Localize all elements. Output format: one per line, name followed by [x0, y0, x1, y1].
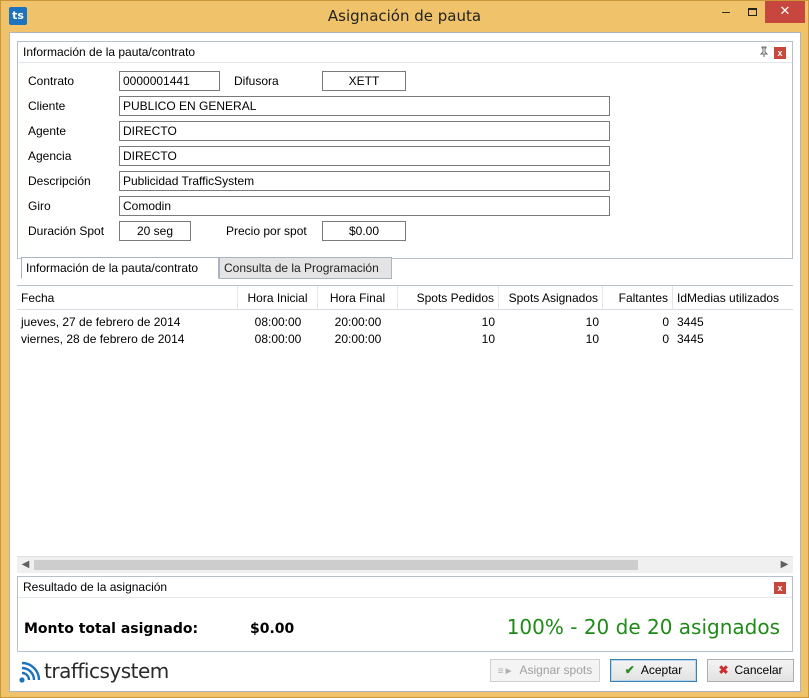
assignment-summary: 100% - 20 de 20 asignados — [506, 615, 780, 639]
contrato-label: Contrato — [28, 74, 75, 88]
result-panel-close-button[interactable]: x — [774, 582, 786, 594]
cell-faltantes: 0 — [662, 332, 669, 346]
column-header-fecha[interactable]: Fecha — [17, 286, 238, 310]
cell-spots-pedidos: 10 — [481, 315, 495, 329]
cell-spots-asignados: 10 — [585, 315, 599, 329]
title-bar: ts Asignación de pauta – ✕ — [1, 1, 808, 31]
wifi-signal-icon — [19, 661, 41, 683]
minimize-button[interactable]: – — [713, 1, 739, 23]
cell-fecha: jueves, 27 de febrero de 2014 — [21, 315, 181, 329]
agente-field[interactable]: DIRECTO — [119, 121, 610, 141]
giro-field[interactable]: Comodin — [119, 196, 610, 216]
cliente-label: Cliente — [28, 99, 66, 113]
scroll-left-icon[interactable]: ◀ — [17, 557, 34, 573]
window: ts Asignación de pauta – ✕ Información d… — [0, 0, 809, 698]
column-header-hora-inicial[interactable]: Hora Inicial — [238, 286, 318, 310]
cell-idmedias: 3445 — [677, 315, 704, 329]
cell-hora-inicial: 08:00:00 — [254, 315, 302, 329]
agencia-field[interactable]: DIRECTO — [119, 146, 610, 166]
table-row[interactable]: viernes, 28 de febrero de 2014 08:00:00 … — [17, 331, 793, 348]
monto-total-label: Monto total asignado: — [24, 621, 199, 637]
table-row[interactable]: jueves, 27 de febrero de 2014 08:00:00 2… — [17, 314, 793, 331]
agente-label: Agente — [28, 124, 67, 138]
close-window-button[interactable]: ✕ — [765, 1, 805, 23]
check-icon: ✔ — [624, 663, 635, 677]
precio-field[interactable]: $0.00 — [322, 221, 406, 241]
cell-spots-pedidos: 10 — [481, 332, 495, 346]
info-panel-close-button[interactable]: x — [774, 47, 786, 59]
cliente-field[interactable]: PUBLICO EN GENERAL — [119, 96, 610, 116]
horizontal-scrollbar[interactable]: ◀ ▶ — [17, 556, 793, 573]
descripcion-field[interactable]: Publicidad TrafficSystem — [119, 171, 610, 191]
descripcion-label: Descripción — [28, 174, 91, 188]
tab-informacion[interactable]: Información de la pauta/contrato — [21, 257, 219, 279]
accept-button[interactable]: ✔ Aceptar — [610, 659, 697, 682]
assign-spots-button[interactable]: ≡► Asignar spots — [490, 659, 600, 682]
monto-total-value: $0.00 — [250, 621, 295, 637]
result-panel: Resultado de la asignación x Monto total… — [17, 576, 793, 652]
difusora-label: Difusora — [234, 74, 279, 88]
difusora-field[interactable]: XETT — [322, 71, 406, 91]
pin-icon[interactable] — [758, 46, 770, 58]
cell-hora-inicial: 08:00:00 — [254, 332, 302, 346]
info-panel: Información de la pauta/contrato x Contr… — [17, 41, 793, 259]
info-panel-header: Información de la pauta/contrato x — [18, 42, 792, 63]
x-icon: ✖ — [718, 663, 729, 677]
assign-icon: ≡► — [497, 666, 514, 677]
cell-spots-asignados: 10 — [585, 332, 599, 346]
giro-label: Giro — [28, 199, 51, 213]
brand-name: trafficsystem — [44, 659, 169, 683]
maximize-icon — [747, 8, 757, 16]
scroll-right-icon[interactable]: ▶ — [776, 557, 793, 573]
contrato-field[interactable]: 0000001441 — [119, 71, 220, 91]
cell-faltantes: 0 — [662, 315, 669, 329]
result-panel-title: Resultado de la asignación — [23, 580, 168, 594]
tab-consulta-programacion[interactable]: Consulta de la Programación — [219, 257, 392, 279]
grid-header: Fecha Hora Inicial Hora Final Spots Pedi… — [17, 286, 793, 310]
cancel-button[interactable]: ✖ Cancelar — [707, 659, 794, 682]
duracion-field[interactable]: 20 seg — [119, 221, 191, 241]
cell-hora-final: 20:00:00 — [334, 315, 382, 329]
precio-label: Precio por spot — [226, 224, 307, 238]
column-header-faltantes[interactable]: Faltantes — [603, 286, 673, 310]
duracion-label: Duración Spot — [28, 224, 105, 238]
column-header-spots-asignados[interactable]: Spots Asignados — [499, 286, 603, 310]
column-header-spots-pedidos[interactable]: Spots Pedidos — [398, 286, 499, 310]
programacion-grid: Fecha Hora Inicial Hora Final Spots Pedi… — [17, 285, 793, 572]
scroll-thumb[interactable] — [34, 560, 638, 570]
maximize-button[interactable] — [739, 1, 765, 23]
cancel-label: Cancelar — [734, 663, 783, 677]
cell-hora-final: 20:00:00 — [334, 332, 382, 346]
info-panel-title: Información de la pauta/contrato — [23, 45, 196, 59]
client-area: Información de la pauta/contrato x Contr… — [9, 32, 801, 692]
cell-fecha: viernes, 28 de febrero de 2014 — [21, 332, 185, 346]
accept-label: Aceptar — [640, 663, 683, 677]
result-panel-header: Resultado de la asignación x — [18, 577, 792, 598]
window-title: Asignación de pauta — [327, 7, 482, 25]
column-header-hora-final[interactable]: Hora Final — [318, 286, 398, 310]
column-header-idmedias[interactable]: IdMedias utilizados — [673, 286, 793, 310]
assign-spots-label: Asignar spots — [519, 663, 593, 677]
agencia-label: Agencia — [28, 149, 72, 163]
cell-idmedias: 3445 — [677, 332, 704, 346]
